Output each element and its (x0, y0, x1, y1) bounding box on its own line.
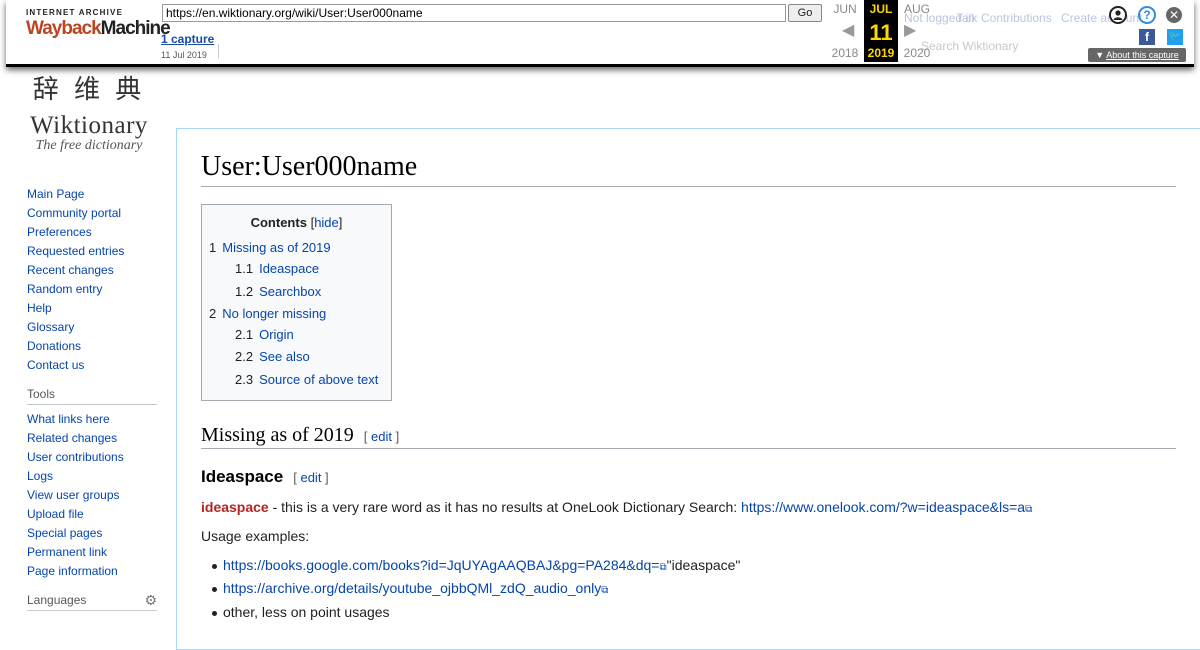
nav-page-information[interactable]: Page information (27, 563, 157, 582)
google-books-link[interactable]: https://books.google.com/books?id=JqUYAg… (223, 557, 659, 573)
edit-section-link[interactable]: edit (371, 429, 392, 444)
nav-random-entry[interactable]: Random entry (27, 281, 157, 300)
section-heading: Missing as of 2019[ edit ] (201, 424, 400, 446)
title-divider (201, 186, 1176, 187)
close-icon[interactable]: ✕ (1166, 7, 1182, 23)
external-link-icon: ⧉ (1025, 504, 1033, 515)
nav-what-links-here[interactable]: What links here (27, 411, 157, 430)
logo-glyphs: 辞 维 典 (32, 74, 146, 104)
toc-item[interactable]: 2.3 Source of above text (235, 372, 378, 387)
wayback-toolbar: INTERNET ARCHIVE WaybackMachine https://… (6, 0, 1194, 67)
languages-heading: Languages ⚙ (27, 592, 157, 611)
nav-main-page[interactable]: Main Page (27, 186, 157, 205)
nav-donations[interactable]: Donations (27, 338, 157, 357)
section-divider (201, 448, 1176, 449)
nav-upload-file[interactable]: Upload file (27, 506, 157, 525)
sidebar: Main Page Community portal Preferences R… (27, 186, 157, 611)
nav-contact-us[interactable]: Contact us (27, 357, 157, 376)
external-link-icon: ⧉ (601, 585, 609, 596)
facebook-icon[interactable]: f (1139, 29, 1155, 45)
ghost-contributions: Contributions (981, 11, 1052, 25)
captures-link[interactable]: 1 capture (161, 32, 214, 46)
toc-item[interactable]: 2.2 See also (235, 349, 310, 364)
nav-special-pages[interactable]: Special pages (27, 525, 157, 544)
nav-help[interactable]: Help (27, 300, 157, 319)
calendar-nav: JUN 2018 ◀ JUL 11 2019 ▶ AUG 2020 (820, 0, 940, 64)
wayback-logo[interactable]: INTERNET ARCHIVE WaybackMachine (26, 8, 171, 54)
wayback-text: Wayback (26, 18, 102, 39)
site-tagline: The free dictionary (35, 138, 143, 153)
list-item: https://archive.org/details/youtube_ojbb… (211, 580, 609, 596)
go-button[interactable]: Go (788, 4, 822, 22)
toc-item[interactable]: 2 No longer missing (209, 306, 326, 321)
nav-recent-changes[interactable]: Recent changes (27, 262, 157, 281)
word-link[interactable]: ideaspace (201, 499, 269, 515)
nav-permanent-link[interactable]: Permanent link (27, 544, 157, 563)
ideaspace-paragraph: ideaspace - this is a very rare word as … (201, 499, 1033, 515)
onelook-link[interactable]: https://www.onelook.com/?w=ideaspace&ls=… (741, 499, 1025, 515)
prev-arrow-icon[interactable]: ◀ (842, 20, 854, 40)
external-link-icon: ⧉ (659, 562, 667, 573)
site-logo[interactable]: 辞 维 典 Wiktionary The free dictionary (22, 72, 156, 154)
site-name: Wiktionary (30, 112, 148, 139)
toc-item[interactable]: 1.1 Ideaspace (235, 261, 319, 276)
subsection-heading: Ideaspace[ edit ] (201, 467, 329, 486)
toc-hide-link[interactable]: hide (314, 215, 339, 230)
usage-label: Usage examples: (201, 528, 310, 544)
nav-community-portal[interactable]: Community portal (27, 205, 157, 224)
help-icon[interactable]: ? (1138, 6, 1156, 24)
nav-preferences[interactable]: Preferences (27, 224, 157, 243)
list-item: https://books.google.com/books?id=JqUYAg… (211, 557, 741, 573)
nav-user-contributions[interactable]: User contributions (27, 449, 157, 468)
toc-item[interactable]: 1.2 Searchbox (235, 284, 321, 299)
archive-link[interactable]: https://archive.org/details/youtube_ojbb… (223, 580, 601, 596)
month-next[interactable]: AUG 2020 (900, 0, 934, 62)
edit-subsection-link[interactable]: edit (300, 470, 321, 485)
main-content: User:User000name Contents [hide] 1 Missin… (176, 128, 1200, 650)
current-day: 11 (869, 20, 893, 45)
table-of-contents: Contents [hide] 1 Missing as of 2019 1.1 I… (201, 204, 392, 401)
internet-archive-text: INTERNET ARCHIVE (26, 8, 124, 17)
about-capture-button[interactable]: ▼ About this capture (1088, 48, 1186, 62)
divider (218, 44, 219, 58)
ghost-talk: Talk (956, 11, 978, 25)
month-current[interactable]: JUL 11 2019 (864, 0, 898, 62)
ghost-create-account: Create account (1061, 11, 1143, 25)
page-title: User:User000name (201, 151, 418, 182)
nav-glossary[interactable]: Glossary (27, 319, 157, 338)
twitter-icon[interactable]: 🐦 (1167, 29, 1183, 45)
url-input[interactable]: https://en.wiktionary.org/wiki/User:User… (162, 4, 786, 22)
capture-date: 11 Jul 2019 (161, 50, 207, 60)
user-icon[interactable] (1109, 6, 1127, 24)
toc-item[interactable]: 1 Missing as of 2019 (209, 240, 331, 255)
machine-text: Machine (100, 18, 171, 39)
tools-heading: Tools (27, 386, 157, 405)
nav-logs[interactable]: Logs (27, 468, 157, 487)
gear-icon[interactable]: ⚙ (144, 592, 157, 608)
list-item: other, less on point usages (212, 604, 390, 620)
toc-item[interactable]: 2.1 Origin (235, 327, 294, 342)
nav-view-user-groups[interactable]: View user groups (27, 487, 157, 506)
nav-related-changes[interactable]: Related changes (27, 430, 157, 449)
toc-title: Contents (250, 215, 307, 230)
nav-requested-entries[interactable]: Requested entries (27, 243, 157, 262)
